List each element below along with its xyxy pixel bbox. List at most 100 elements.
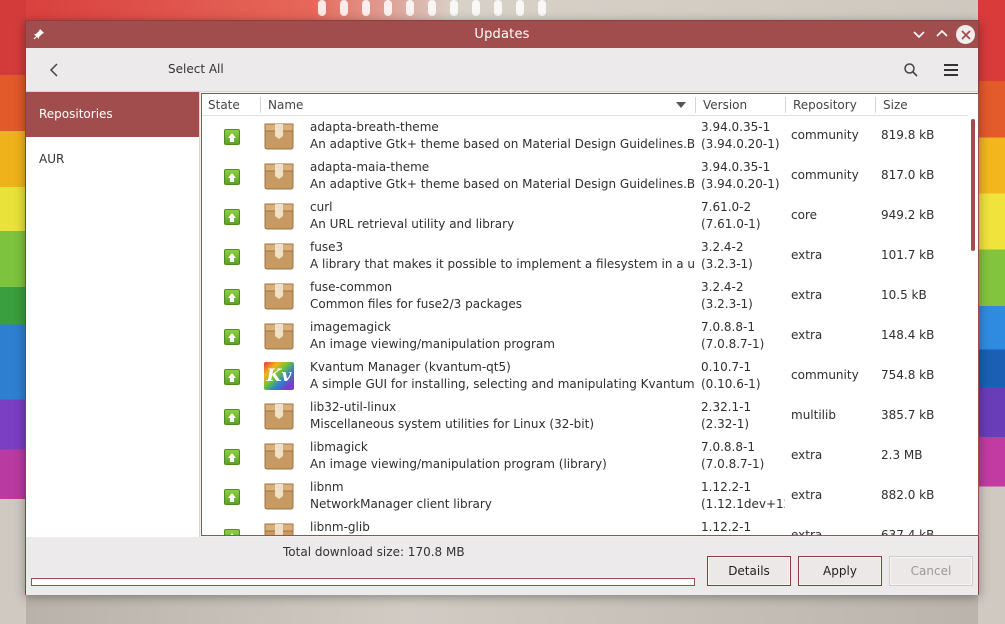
desktop-wallpaper-right [978,0,1005,624]
column-header-state[interactable]: State [208,98,240,112]
package-name: libmagick [310,440,368,454]
package-name: libnm [310,480,344,494]
sidebar: Repositories AUR [26,92,200,537]
package-old-version: (7.0.8.7-1) [701,337,765,351]
details-button[interactable]: Details [707,556,791,586]
upgrade-state-icon[interactable] [224,209,240,225]
column-header-name[interactable]: Name [268,98,303,112]
package-repository: extra [791,248,823,262]
package-new-version: 3.94.0.35-1 [701,120,771,134]
package-repository: core [791,208,817,222]
package-size: 949.2 kB [881,208,935,222]
table-row[interactable]: lib32-util-linux Miscellaneous system uti… [202,396,968,436]
search-icon[interactable] [902,61,920,79]
package-icon [264,281,294,311]
upgrade-state-icon[interactable] [224,409,240,425]
upgrade-state-icon[interactable] [224,449,240,465]
column-divider [785,97,786,113]
column-divider [875,97,876,113]
package-icon [264,521,294,535]
package-old-version: (3.2.3-1) [701,257,753,271]
package-new-version: 1.12.2-1 [701,480,752,494]
sidebar-item-aur[interactable]: AUR [26,137,199,182]
column-divider [695,97,696,113]
vertical-scrollbar[interactable] [971,119,975,251]
package-repository: extra [791,528,823,536]
sidebar-item-repositories[interactable]: Repositories [26,92,199,137]
cancel-button[interactable]: Cancel [889,556,973,586]
kvantum-icon: Kv [264,362,294,390]
table-row[interactable]: libnm NetworkManager client library 1.12.2… [202,476,968,516]
table-row[interactable]: fuse3 A library that makes it possible to… [202,236,968,276]
upgrade-state-icon[interactable] [224,289,240,305]
column-divider [260,97,261,113]
table-row[interactable]: imagemagick An image viewing/manipulation… [202,316,968,356]
sort-descending-icon [676,102,686,108]
select-all-button[interactable]: Select All [168,62,224,76]
close-button[interactable] [956,25,975,44]
package-repository: community [791,368,859,382]
package-description: An image viewing/manipulation program (l… [310,457,607,471]
package-old-version: (0.10.6-1) [701,377,761,391]
package-description: NetworkManager client library [310,497,492,511]
total-download-size: Total download size: 170.8 MB [283,545,465,559]
table-row[interactable]: libmagick An image viewing/manipulation p… [202,436,968,476]
package-icon [264,201,294,231]
column-header-size[interactable]: Size [883,98,908,112]
package-description: An adaptive Gtk+ theme based on Material… [310,137,695,151]
package-icon [264,321,294,351]
table-row[interactable]: adapta-maia-theme An adaptive Gtk+ theme … [202,156,968,196]
back-icon[interactable] [46,61,64,79]
package-name: Kvantum Manager (kvantum-qt5) [310,360,511,374]
upgrade-state-icon[interactable] [224,129,240,145]
apply-button[interactable]: Apply [798,556,882,586]
package-repository: community [791,128,859,142]
package-new-version: 7.0.8.8-1 [701,440,755,454]
package-size: 385.7 kB [881,408,935,422]
package-repository: multilib [791,408,836,422]
table-header: State Name Version Repository Size [202,94,968,116]
package-description: An adaptive Gtk+ theme based on Material… [310,177,695,191]
table-row[interactable]: libnm-glib 1.12.2-1 extra 637.4 kB [202,516,968,536]
package-new-version: 0.10.7-1 [701,360,752,374]
package-name: fuse-common [310,280,393,294]
upgrade-state-icon[interactable] [224,249,240,265]
package-description: An image viewing/manipulation program [310,337,555,351]
wallpaper-dots [318,0,546,16]
table-body: adapta-breath-theme An adaptive Gtk+ them… [202,116,968,536]
column-header-repository[interactable]: Repository [793,98,857,112]
package-size: 148.4 kB [881,328,935,342]
title-bar[interactable]: Updates [26,21,978,48]
package-old-version: (2.32-1) [701,417,750,431]
package-description: A simple GUI for installing, selecting a… [310,377,695,391]
package-table: State Name Version Repository Size adapt… [201,93,979,536]
upgrade-state-icon[interactable] [224,489,240,505]
package-icon [264,441,294,471]
package-old-version: (3.2.3-1) [701,297,753,311]
updates-window: Updates Select All Repositories AUR Stat… [25,20,979,595]
progress-bar [31,578,695,586]
package-new-version: 3.94.0.35-1 [701,160,771,174]
hamburger-menu-icon[interactable] [942,61,960,79]
window-title: Updates [474,27,530,42]
table-row[interactable]: Kv Kvantum Manager (kvantum-qt5) A simple … [202,356,968,396]
upgrade-state-icon[interactable] [224,329,240,345]
upgrade-state-icon[interactable] [224,369,240,385]
package-old-version: (7.61.0-1) [701,217,761,231]
package-icon [264,241,294,271]
minimize-icon[interactable] [910,25,928,43]
table-row[interactable]: adapta-breath-theme An adaptive Gtk+ them… [202,116,968,156]
footer: Total download size: 170.8 MB Details Ap… [26,537,978,595]
upgrade-state-icon[interactable] [224,169,240,185]
table-row[interactable]: curl An URL retrieval utility and library… [202,196,968,236]
column-header-version[interactable]: Version [703,98,747,112]
package-repository: extra [791,328,823,342]
package-new-version: 7.61.0-2 [701,200,752,214]
package-icon [264,401,294,431]
package-old-version: (1.12.1dev+12+gb1c2f) [701,497,785,511]
upgrade-state-icon[interactable] [224,529,240,535]
table-row[interactable]: fuse-common Common files for fuse2/3 pack… [202,276,968,316]
desktop-wallpaper-left [0,0,26,624]
package-name: libnm-glib [310,520,370,534]
maximize-icon[interactable] [933,25,951,43]
